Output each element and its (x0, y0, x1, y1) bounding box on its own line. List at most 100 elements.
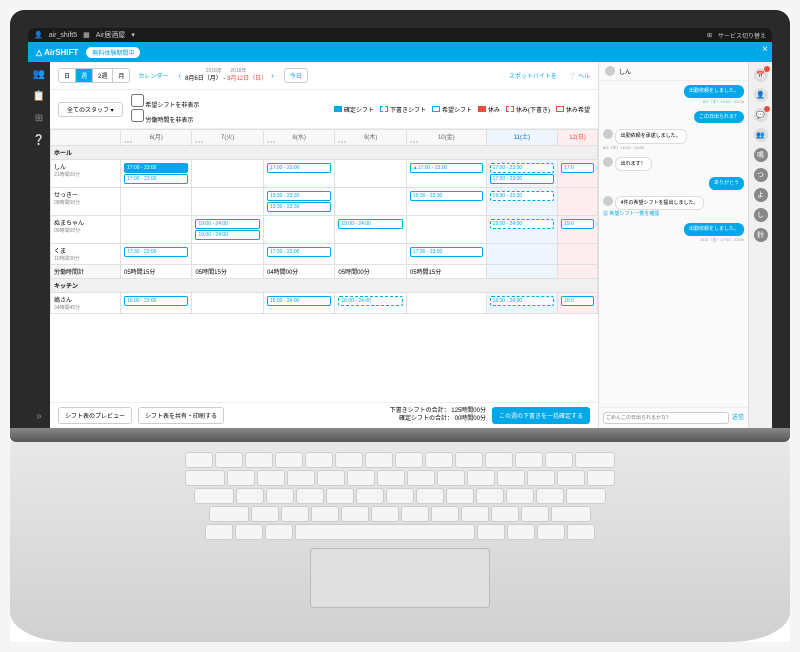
shift-block[interactable]: 16:00 - 24:00 (267, 296, 331, 306)
shift-block[interactable]: 17:00 - 23:00 (267, 163, 331, 173)
shift-block[interactable]: 19:00 - 24:00 (195, 230, 259, 240)
r-avatar-3[interactable]: よ (754, 188, 768, 202)
r-avatar-4[interactable]: し (754, 208, 768, 222)
left-sidebar: 👥 📋 ⊞ ❔ » (28, 62, 50, 428)
shift-block[interactable]: 19:30 - 23:30 (490, 191, 554, 201)
shift-block[interactable]: 19:30 - 23:30 (410, 191, 483, 201)
shift-block[interactable]: 16:0 (561, 296, 594, 306)
chat-message: 出れます！ (603, 157, 744, 172)
shift-block[interactable]: 17:00 - 23:00 (490, 174, 554, 184)
chat-body[interactable]: 出勤依頼をしました。8/2（木）16:00 - 23:00 この日出られる？ 出勤… (599, 81, 748, 407)
nav-icon-2[interactable]: 📋 (33, 90, 45, 102)
staff-select[interactable]: 全てのスタッフ ▾ (58, 102, 123, 117)
toolbar: 日 週 2週 月 カレンダー ‹ 2018年 2018年 8月6日（月） - 8… (50, 62, 598, 90)
msg-avatar (603, 196, 613, 206)
chat-link[interactable]: ▦ 希望シフト一覧を確認 (603, 210, 744, 217)
shift-block[interactable]: 19:0 (561, 219, 594, 229)
r-icon-3[interactable]: 💬 (754, 108, 768, 122)
chk-hide-hours[interactable] (131, 109, 144, 122)
view-2week[interactable]: 2週 (93, 69, 113, 82)
shift-block[interactable]: 17:30 - 23:00 (267, 247, 331, 257)
shift-block[interactable]: 17:0 (561, 163, 594, 173)
chat-message: 出勤依頼をしました。8/2（木）16:00 - 23:00 (603, 85, 744, 105)
shift-grid: 6(月) 7(火) 8(水) 9(木) 10(金) 11(土) 12(日) ホー… (50, 129, 598, 402)
shift-block[interactable]: 16:00 - 23:00 (124, 296, 188, 306)
r-icon-1[interactable]: 📅 (754, 68, 768, 82)
staff-cell[interactable]: ぬまちゃん00時間00分 (51, 216, 121, 244)
confirm-button[interactable]: この週の下書きを一括確定する (492, 407, 590, 424)
os-titlebar: 👤 air_shift5 ▦ Air居酒屋 ▾ ⊞ サービス切り替え (28, 28, 772, 42)
staff-cell[interactable]: しん21時間00分 (51, 160, 121, 188)
view-week[interactable]: 週 (76, 69, 93, 82)
shift-block[interactable]: 16:00 - 24:00 (490, 296, 554, 306)
chat-message: 出勤依頼を承諾しました。8/2（木）16:00 - 16:04 (603, 129, 744, 151)
chat-input[interactable] (603, 412, 729, 424)
view-switcher[interactable]: 日 週 2週 月 (58, 68, 130, 83)
staff-cell[interactable]: せっきー08時間00分 (51, 188, 121, 216)
chat-message: この日出られる？ (603, 111, 744, 124)
dropdown-icon[interactable]: ▾ (131, 31, 135, 39)
r-avatar-5[interactable]: 鈴 (754, 228, 768, 242)
shift-block[interactable]: 19:30 - 23:30 (267, 191, 331, 201)
shift-block[interactable]: 17:30 - 23:00 (124, 247, 188, 257)
app-logo: △ AirSHIFT (36, 48, 78, 57)
view-day[interactable]: 日 (59, 69, 76, 82)
next-arrow[interactable]: › (271, 71, 274, 80)
os-user: air_shift5 (49, 32, 77, 39)
collapse-icon[interactable]: » (33, 410, 45, 422)
shift-block[interactable]: 19:30 - 23:30 (267, 202, 331, 212)
share-button[interactable]: シフト表を共有・印刷する (138, 407, 224, 424)
r-icon-4[interactable]: 👥 (754, 128, 768, 142)
shift-block[interactable]: 17:00 - 23:00 (124, 163, 188, 173)
r-icon-2[interactable]: 👤 (754, 88, 768, 102)
shift-block[interactable]: 19:00 - 24:00 (490, 219, 554, 229)
col-thu: 9(木) (335, 130, 406, 146)
help-link[interactable]: ❔ ヘル (569, 71, 590, 80)
today-button[interactable]: 今日 (284, 68, 308, 83)
filter-row: 全てのスタッフ ▾ 希望シフトを非表示 労働時間を非表示 確定シフト 下書きシフ… (50, 90, 598, 129)
close-icon[interactable]: × (762, 44, 768, 55)
chat-message: ありがとう (603, 177, 744, 190)
shift-block[interactable]: 16:00 - 24:00 (338, 296, 402, 306)
col-sun: 12(日) (558, 130, 598, 146)
totals: 下書きシフトの合計： 125時間00分 確定シフトの合計： 00時間00分 (390, 408, 486, 424)
grid-icon[interactable]: ⊞ (707, 32, 712, 39)
r-avatar-1[interactable]: 鳴 (754, 148, 768, 162)
nav-icon-4[interactable]: ❔ (33, 134, 45, 146)
section-header: ホール (51, 146, 598, 160)
shift-block[interactable]: 17:00 - 23:00 (490, 163, 554, 173)
msg-avatar (603, 157, 613, 167)
right-sidebar: 📅 👤 💬 👥 鳴 つ よ し 鈴 (748, 62, 772, 428)
chk-hide-wish[interactable] (131, 94, 144, 107)
shift-block[interactable]: ▲17:00 - 23:00 (410, 163, 483, 173)
prev-arrow[interactable]: ‹ (178, 71, 181, 80)
shift-block[interactable]: 17:00 - 23:00 (124, 174, 188, 184)
shift-block[interactable]: 19:00 - 24:00 (195, 219, 259, 229)
store-icon: ▦ (83, 31, 90, 39)
chat-panel: しん 出勤依頼をしました。8/2（木）16:00 - 23:00この日出られる？… (598, 62, 748, 428)
shift-block[interactable]: 17:30 - 23:00 (410, 247, 483, 257)
chat-message: 出勤依頼をしました。8/10（金）17:00 - 23:00 (603, 223, 744, 243)
shift-block[interactable]: 19:00 - 24:00 (338, 219, 402, 229)
work-hours-row: 労働時間計05時間15分05時間15分04時間00分05時間00分05時間15分 (51, 265, 598, 279)
col-mon: 6(月) (121, 130, 192, 146)
trackpad (310, 548, 490, 608)
nav-icon-1[interactable]: 👥 (33, 68, 45, 80)
col-tue: 7(火) (192, 130, 263, 146)
legend: 確定シフト 下書きシフト 希望シフト 休み 休み(下書き) 休み希望 (334, 105, 590, 114)
col-sat: 11(土) (486, 130, 557, 146)
keyboard (10, 442, 790, 642)
nav-icon-3[interactable]: ⊞ (33, 112, 45, 124)
staff-cell[interactable]: くま11時間30分 (51, 244, 121, 265)
col-wed: 8(水) (263, 130, 334, 146)
calendar-link[interactable]: カレンダー (138, 71, 168, 80)
staff-cell[interactable]: 嶋さん34時間45分 (51, 293, 121, 314)
r-avatar-2[interactable]: つ (754, 168, 768, 182)
chat-message: 4件の希望シフトを提出しました。▦ 希望シフト一覧を確認 (603, 196, 744, 218)
spot-link[interactable]: スポットバイトを (509, 71, 557, 80)
col-fri: 10(金) (406, 130, 486, 146)
send-button[interactable]: 送信 (732, 412, 744, 424)
service-switch[interactable]: サービス切り替え (718, 31, 766, 40)
view-month[interactable]: 月 (113, 69, 129, 82)
preview-button[interactable]: シフト表のプレビュー (58, 407, 132, 424)
